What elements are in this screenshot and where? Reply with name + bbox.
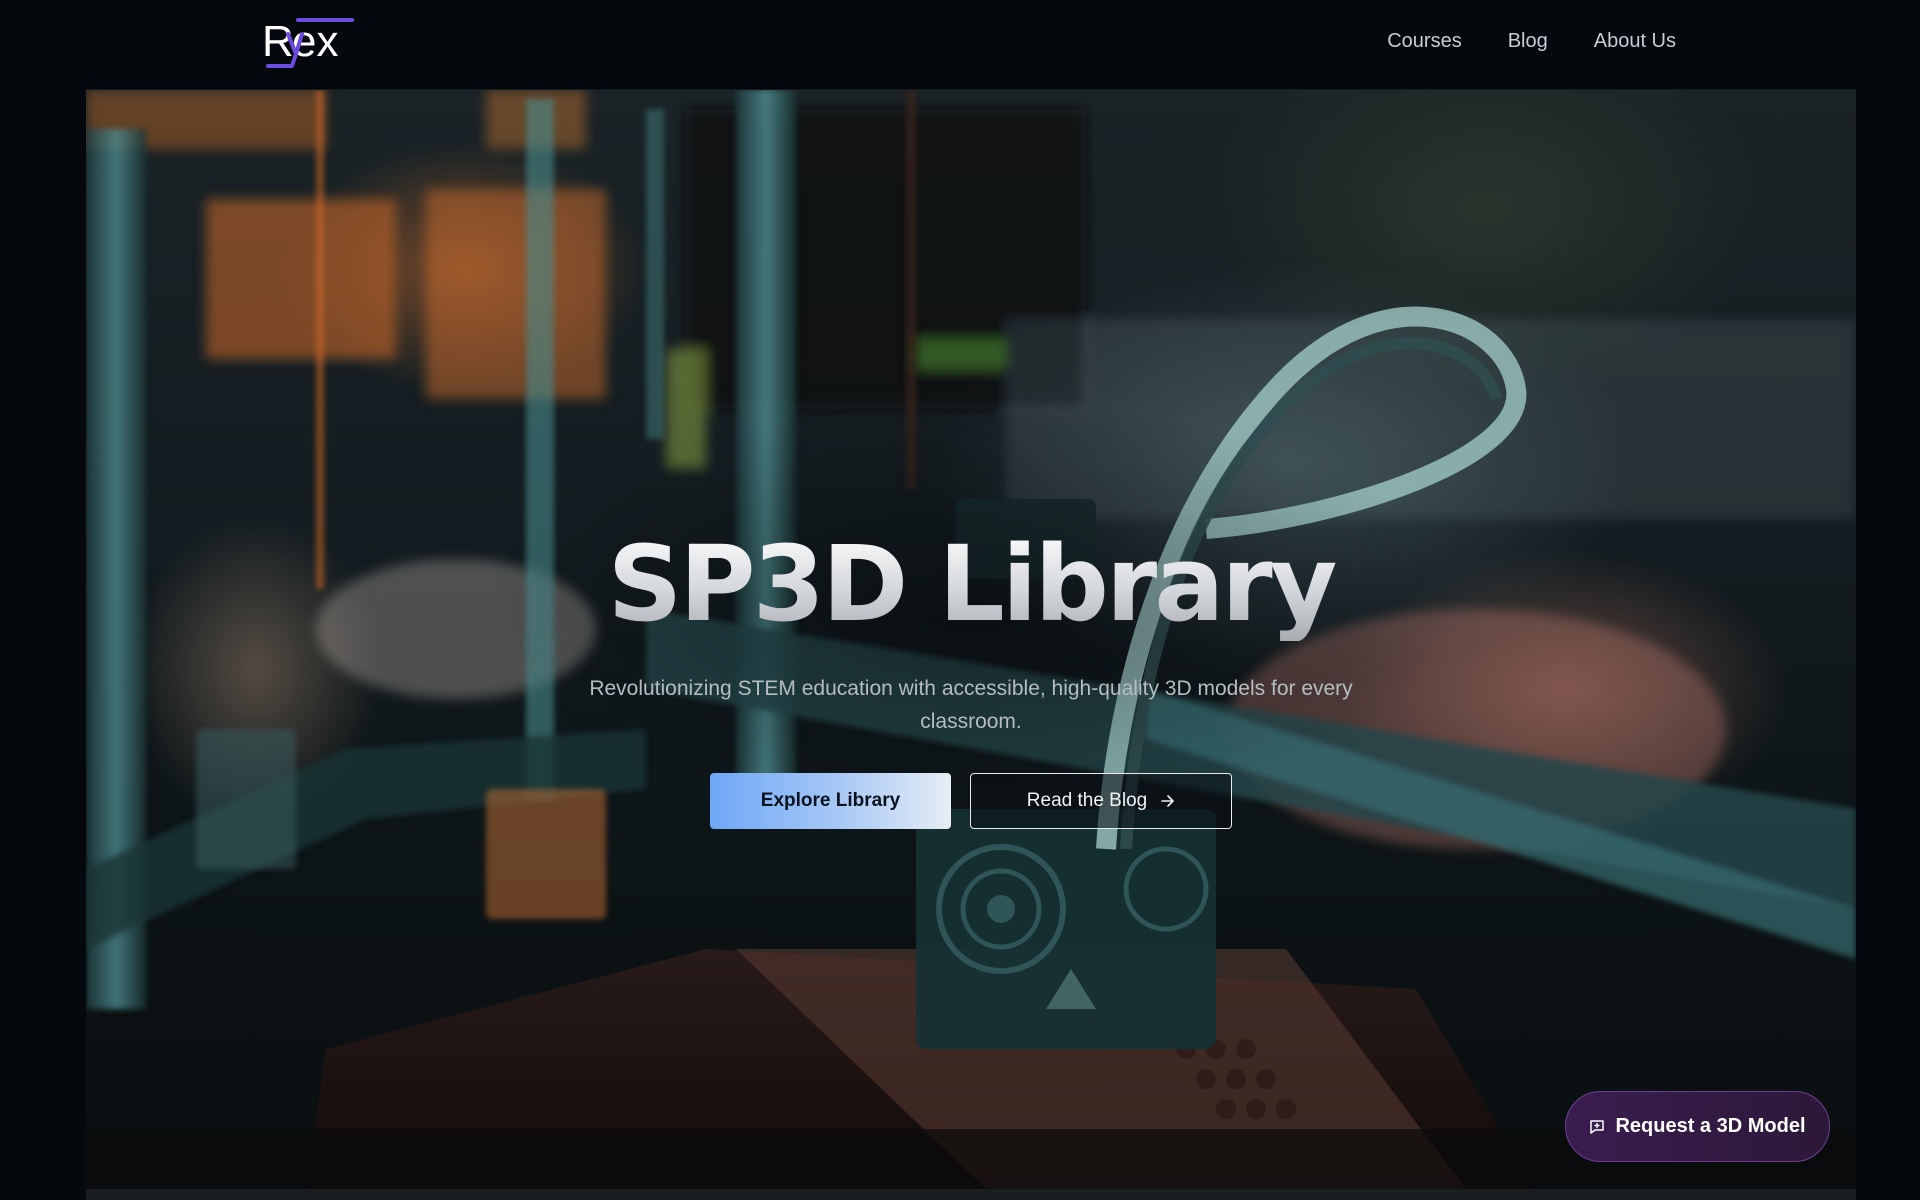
nav-link-blog[interactable]: Blog (1508, 30, 1548, 53)
top-navbar: R ex Courses Blog About Us (86, 0, 1856, 90)
read-the-blog-label: Read the Blog (1026, 790, 1148, 811)
page: R ex Courses Blog About Us SP3D Library … (0, 0, 1920, 1200)
hero-section: SP3D Library Revolutionizing STEM educat… (86, 89, 1856, 1189)
ryex-logo[interactable]: R ex (262, 14, 362, 68)
page-bottom-strip (86, 1189, 1856, 1200)
nav-link-about-us[interactable]: About Us (1594, 30, 1676, 53)
request-3d-model-button[interactable]: Request a 3D Model (1565, 1091, 1830, 1162)
explore-library-label: Explore Library (760, 790, 901, 811)
nav-link-courses[interactable]: Courses (1387, 30, 1461, 53)
chat-plus-icon (1590, 1119, 1605, 1134)
hero-title: SP3D Library (86, 527, 1856, 642)
hero-subtitle: Revolutionizing STEM education with acce… (589, 677, 1353, 733)
read-the-blog-button[interactable]: Read the Blog (970, 773, 1232, 829)
arrow-right-icon (1161, 795, 1175, 807)
nav-links: Courses Blog About Us (1387, 30, 1676, 53)
request-3d-model-label: Request a 3D Model (1615, 1115, 1806, 1137)
explore-library-button[interactable]: Explore Library (710, 773, 951, 829)
